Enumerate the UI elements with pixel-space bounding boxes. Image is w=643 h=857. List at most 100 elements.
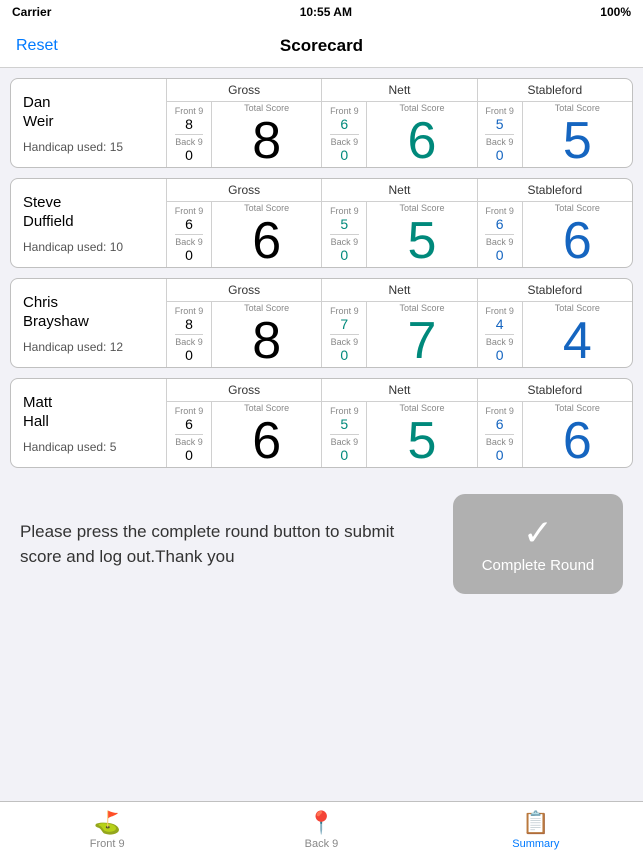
stableford-section-steve-duffield: Stableford Front 9 6 Back 9 0 xyxy=(478,179,632,267)
stableford-back9-chris-brayshaw: 0 xyxy=(496,347,504,363)
time-display: 10:55 AM xyxy=(300,5,352,19)
nett-back9-chris-brayshaw: 0 xyxy=(340,347,348,363)
stableford-total-col-chris-brayshaw: Total Score 4 xyxy=(523,302,632,367)
tab-label-back9: Back 9 xyxy=(305,838,339,850)
stableford-header-matt-hall: Stableford xyxy=(478,379,632,402)
stableford-total-col-dan-weir: Total Score 5 xyxy=(523,102,632,167)
nett-section-chris-brayshaw: Nett Front 9 7 Back 9 0 T xyxy=(322,279,477,367)
complete-round-button[interactable]: ✓ Complete Round xyxy=(453,494,623,594)
stableford-fb-dan-weir: Front 9 5 Back 9 0 xyxy=(478,102,523,167)
stableford-back9-dan-weir: 0 xyxy=(496,147,504,163)
gross-total-steve-duffield: 6 xyxy=(252,215,281,267)
handicap-steve-duffield: Handicap used: 10 xyxy=(23,240,154,254)
stableford-section-chris-brayshaw: Stableford Front 9 4 Back 9 0 xyxy=(478,279,632,367)
nett-section-steve-duffield: Nett Front 9 5 Back 9 0 T xyxy=(322,179,477,267)
player-card-steve-duffield: SteveDuffield Handicap used: 10 Gross Fr… xyxy=(10,178,633,268)
nett-total-chris-brayshaw: 7 xyxy=(408,315,437,367)
tab-icon-summary: 📋 xyxy=(522,810,549,836)
gross-front9-matt-hall: 6 xyxy=(185,416,193,432)
gross-total-col-chris-brayshaw: Total Score 8 xyxy=(212,302,321,367)
main-content: DanWeir Handicap used: 15 Gross Front 9 … xyxy=(0,68,643,662)
tab-icon-front9: ⛳ xyxy=(93,810,120,836)
tab-back9[interactable]: 📍 Back 9 xyxy=(214,810,428,850)
player-card-matt-hall: MattHall Handicap used: 5 Gross Front 9 … xyxy=(10,378,633,468)
nett-total-dan-weir: 6 xyxy=(408,115,437,167)
player-info-dan-weir: DanWeir Handicap used: 15 xyxy=(11,79,166,167)
gross-back9-steve-duffield: 0 xyxy=(185,247,193,263)
tab-label-summary: Summary xyxy=(512,838,559,850)
stableford-total-chris-brayshaw: 4 xyxy=(563,315,592,367)
nett-header-steve-duffield: Nett xyxy=(322,179,476,202)
gross-fb-dan-weir: Front 9 8 Back 9 0 xyxy=(167,102,212,167)
gross-total-matt-hall: 6 xyxy=(252,415,281,467)
player-name-matt-hall: MattHall xyxy=(23,393,154,432)
gross-total-col-matt-hall: Total Score 6 xyxy=(212,402,321,467)
gross-back9-chris-brayshaw: 0 xyxy=(185,347,193,363)
carrier-text: Carrier xyxy=(12,5,51,19)
nett-total-col-dan-weir: Total Score 6 xyxy=(367,102,476,167)
checkmark-icon: ✓ xyxy=(523,515,553,551)
stableford-back9-steve-duffield: 0 xyxy=(496,247,504,263)
nett-front9-chris-brayshaw: 7 xyxy=(340,316,348,332)
nav-title: Scorecard xyxy=(280,36,363,56)
stableford-fb-matt-hall: Front 9 6 Back 9 0 xyxy=(478,402,523,467)
gross-total-col-dan-weir: Total Score 8 xyxy=(212,102,321,167)
player-name-chris-brayshaw: ChrisBrayshaw xyxy=(23,293,154,332)
tab-label-front9: Front 9 xyxy=(90,838,125,850)
stableford-total-dan-weir: 5 xyxy=(563,115,592,167)
stableford-section-matt-hall: Stableford Front 9 6 Back 9 0 xyxy=(478,379,632,467)
nav-bar: Reset Scorecard xyxy=(0,24,643,68)
gross-header-chris-brayshaw: Gross xyxy=(167,279,321,302)
gross-header-matt-hall: Gross xyxy=(167,379,321,402)
stableford-total-matt-hall: 6 xyxy=(563,415,592,467)
gross-fb-steve-duffield: Front 9 6 Back 9 0 xyxy=(167,202,212,267)
gross-fb-matt-hall: Front 9 6 Back 9 0 xyxy=(167,402,212,467)
gross-header-steve-duffield: Gross xyxy=(167,179,321,202)
nett-fb-matt-hall: Front 9 5 Back 9 0 xyxy=(322,402,367,467)
nett-front9-steve-duffield: 5 xyxy=(340,216,348,232)
stableford-fb-steve-duffield: Front 9 6 Back 9 0 xyxy=(478,202,523,267)
nett-header-dan-weir: Nett xyxy=(322,79,476,102)
handicap-dan-weir: Handicap used: 15 xyxy=(23,140,154,154)
nett-front9-matt-hall: 5 xyxy=(340,416,348,432)
nett-header-matt-hall: Nett xyxy=(322,379,476,402)
score-sections-matt-hall: Gross Front 9 6 Back 9 0 xyxy=(166,379,632,467)
nett-back9-matt-hall: 0 xyxy=(340,447,348,463)
gross-front9-chris-brayshaw: 8 xyxy=(185,316,193,332)
player-info-steve-duffield: SteveDuffield Handicap used: 10 xyxy=(11,179,166,267)
player-name-dan-weir: DanWeir xyxy=(23,93,154,132)
player-info-matt-hall: MattHall Handicap used: 5 xyxy=(11,379,166,467)
stableford-total-col-steve-duffield: Total Score 6 xyxy=(523,202,632,267)
gross-total-chris-brayshaw: 8 xyxy=(252,315,281,367)
stableford-front9-matt-hall: 6 xyxy=(496,416,504,432)
gross-section-dan-weir: Gross Front 9 8 Back 9 0 xyxy=(167,79,322,167)
nett-section-matt-hall: Nett Front 9 5 Back 9 0 T xyxy=(322,379,477,467)
nett-total-col-matt-hall: Total Score 5 xyxy=(367,402,476,467)
stableford-total-col-matt-hall: Total Score 6 xyxy=(523,402,632,467)
tab-summary[interactable]: 📋 Summary xyxy=(429,810,643,850)
nett-total-steve-duffield: 5 xyxy=(408,215,437,267)
gross-fb-chris-brayshaw: Front 9 8 Back 9 0 xyxy=(167,302,212,367)
stableford-header-dan-weir: Stableford xyxy=(478,79,632,102)
tab-front9[interactable]: ⛳ Front 9 xyxy=(0,810,214,850)
nett-total-col-steve-duffield: Total Score 5 xyxy=(367,202,476,267)
nett-fb-dan-weir: Front 9 6 Back 9 0 xyxy=(322,102,367,167)
nett-fb-steve-duffield: Front 9 5 Back 9 0 xyxy=(322,202,367,267)
player-name-steve-duffield: SteveDuffield xyxy=(23,193,154,232)
nett-header-chris-brayshaw: Nett xyxy=(322,279,476,302)
stableford-fb-chris-brayshaw: Front 9 4 Back 9 0 xyxy=(478,302,523,367)
gross-front9-dan-weir: 8 xyxy=(185,116,193,132)
stableford-back9-matt-hall: 0 xyxy=(496,447,504,463)
score-sections-steve-duffield: Gross Front 9 6 Back 9 0 xyxy=(166,179,632,267)
stableford-header-chris-brayshaw: Stableford xyxy=(478,279,632,302)
stableford-front9-dan-weir: 5 xyxy=(496,116,504,132)
player-card-chris-brayshaw: ChrisBrayshaw Handicap used: 12 Gross Fr… xyxy=(10,278,633,368)
tab-bar: ⛳ Front 9 📍 Back 9 📋 Summary xyxy=(0,801,643,857)
nett-back9-steve-duffield: 0 xyxy=(340,247,348,263)
nett-back9-dan-weir: 0 xyxy=(340,147,348,163)
nett-fb-chris-brayshaw: Front 9 7 Back 9 0 xyxy=(322,302,367,367)
nett-section-dan-weir: Nett Front 9 6 Back 9 0 T xyxy=(322,79,477,167)
reset-button[interactable]: Reset xyxy=(16,37,58,55)
complete-round-label: Complete Round xyxy=(482,557,595,574)
score-sections-dan-weir: Gross Front 9 8 Back 9 0 xyxy=(166,79,632,167)
